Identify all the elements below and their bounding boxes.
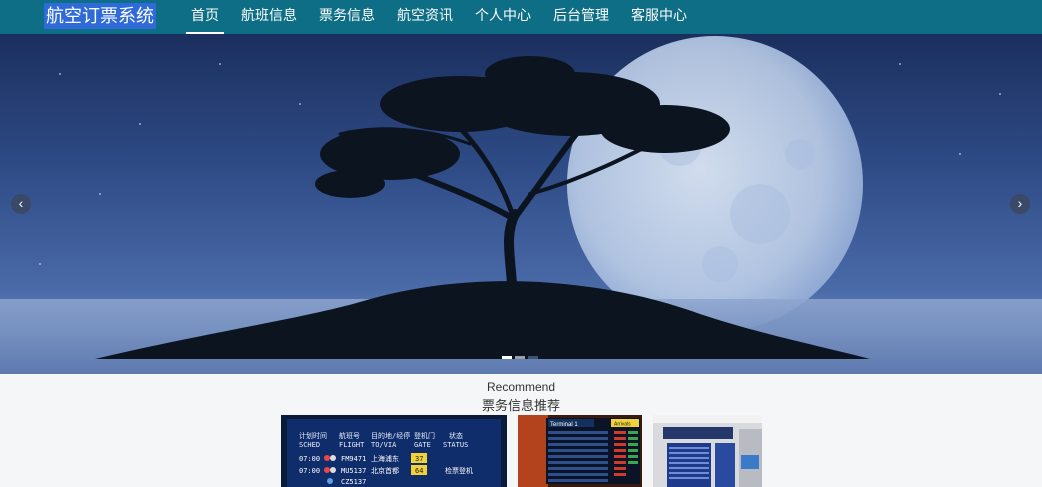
section-title-cn: 票务信息推荐: [481, 398, 560, 413]
board-header-cn-2: 航班号: [339, 431, 360, 440]
nav-aviation-news[interactable]: 航空资讯: [386, 0, 464, 34]
board-header-cn-3: 目的地/经停: [371, 431, 410, 440]
main-nav: 首页 航班信息 票务信息 航空资讯 个人中心 后台管理 客服中心: [180, 0, 698, 34]
carousel-indicators: [502, 356, 538, 359]
board-row2-gate: 64: [415, 467, 423, 475]
nav-personal-center[interactable]: 个人中心: [464, 0, 542, 34]
board-row2-dest: 北京首都: [371, 466, 399, 475]
ticket-card-3[interactable]: [653, 415, 762, 487]
board-row1-dest: 上海浦东: [371, 454, 399, 463]
carousel-indicator-1[interactable]: [502, 356, 512, 359]
terminal-tag: Arrivals: [614, 422, 631, 428]
nav-admin[interactable]: 后台管理: [542, 0, 620, 34]
nav-customer-service[interactable]: 客服中心: [620, 0, 698, 34]
terminal-board-image: Terminal 1 Arrivals: [518, 415, 642, 487]
board-header-cn-5: 状态: [449, 431, 463, 440]
board-row1-time: 07:00: [299, 455, 320, 463]
ticket-card-2[interactable]: Terminal 1 Arrivals: [518, 415, 642, 487]
section-title-en: Recommend: [486, 380, 556, 394]
board-header-en-2: FLIGHT: [339, 441, 365, 449]
site-logo[interactable]: 航空订票系统: [44, 3, 156, 29]
top-navbar: 航空订票系统 首页 航班信息 票务信息 航空资讯 个人中心 后台管理 客服中心: [0, 0, 1042, 34]
nav-home[interactable]: 首页: [180, 0, 230, 34]
airport-hall-image: [653, 415, 762, 487]
board-header-en-3: TO/VIA: [371, 441, 397, 449]
board-row3-flight: CZ5137: [341, 478, 366, 486]
board-header-cn-4: 登机门: [414, 431, 435, 440]
carousel-next-button[interactable]: ›: [1010, 194, 1030, 214]
chevron-right-icon: ›: [1017, 195, 1023, 211]
terminal-title: Terminal 1: [550, 422, 578, 428]
board-header-en-4: GATE: [414, 441, 431, 449]
carousel-indicator-2[interactable]: [515, 356, 525, 359]
carousel-slide-image: [0, 36, 1042, 374]
departure-board-image: 计划时间 航班号 目的地/经停 登机门 状态 SCHED FLIGHT TO/V…: [281, 415, 507, 487]
board-row2-status: 检票登机: [445, 466, 473, 475]
ticket-card-1[interactable]: 计划时间 航班号 目的地/经停 登机门 状态 SCHED FLIGHT TO/V…: [281, 415, 507, 487]
board-header-en-5: STATUS: [443, 441, 468, 449]
carousel-prev-button[interactable]: ‹: [11, 194, 31, 214]
chevron-left-icon: ‹: [18, 195, 24, 211]
board-header-cn-1: 计划时间: [299, 431, 327, 440]
board-row2-time: 07:00: [299, 467, 320, 475]
hero-carousel[interactable]: ‹ ›: [0, 34, 1042, 374]
board-row2-flight: MU5137: [341, 467, 366, 475]
board-row1-flight: FM9471: [341, 455, 366, 463]
nav-flight-info[interactable]: 航班信息: [230, 0, 308, 34]
board-header-en-1: SCHED: [299, 441, 320, 449]
board-row1-gate: 37: [415, 455, 423, 463]
carousel-indicator-3[interactable]: [528, 356, 538, 359]
nav-ticket-info[interactable]: 票务信息: [308, 0, 386, 34]
